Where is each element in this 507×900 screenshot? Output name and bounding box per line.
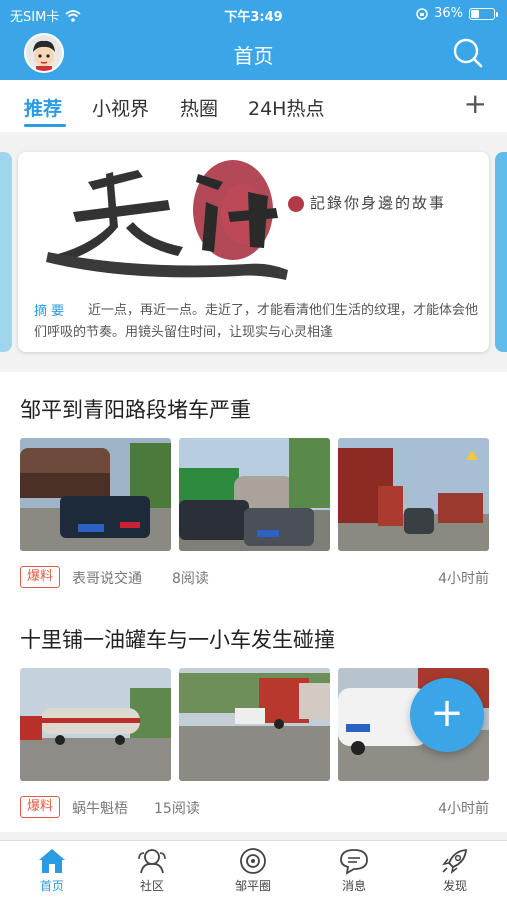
bottom-tab-label: 首页 — [39, 879, 64, 893]
bottom-tab-label: 邹平圈 — [234, 879, 271, 893]
banner-calligraphy-art — [46, 160, 288, 280]
add-tab-button[interactable]: + — [464, 90, 487, 118]
tab-hot-circle[interactable]: 热圈 — [180, 94, 218, 121]
post-fab-button[interactable]: + — [410, 678, 484, 752]
news-title: 邹平到青阳路段堵车严重 — [20, 398, 251, 422]
bottom-tab-label: 发现 — [442, 879, 467, 893]
news-photo-road-jam — [179, 438, 330, 551]
category-badge: 爆料 — [20, 796, 60, 818]
banner-slogan: 記錄你身邊的故事 — [310, 194, 447, 212]
page-title: 首页 — [233, 44, 274, 68]
battery-level — [471, 9, 479, 18]
battery-percent: 36% — [434, 6, 463, 21]
banner-prev-peek[interactable] — [0, 152, 12, 352]
banner-card[interactable]: 記錄你身邊的故事 摘 要 近一点，再近一点。走近了，才能看清他们生活的纹理，才能… — [18, 152, 489, 352]
news-title: 十里铺一油罐车与一小车发生碰撞 — [20, 628, 335, 652]
active-tab-indicator — [24, 124, 66, 127]
news-read-count: 15阅读 — [154, 801, 200, 817]
tab-recommend[interactable]: 推荐 — [24, 94, 62, 121]
news-author[interactable]: 表哥说交通 — [72, 568, 142, 588]
nav-bar: 首页 — [0, 30, 507, 76]
news-read-count: 8阅读 — [172, 571, 209, 587]
bottom-tab-label: 消息 — [341, 879, 366, 893]
banner-carousel[interactable]: 記錄你身邊的故事 摘 要 近一点，再近一点。走近了，才能看清他们生活的纹理，才能… — [0, 140, 507, 365]
news-photo-red-truck — [179, 668, 330, 781]
slogan-bullet-icon — [288, 196, 304, 212]
tab-mini-vision[interactable]: 小视界 — [92, 94, 149, 121]
bottom-tab-label: 社区 — [139, 879, 164, 893]
rocket-icon — [442, 849, 467, 874]
category-badge: 爆料 — [20, 566, 60, 588]
banner-next-peek[interactable] — [495, 152, 507, 352]
news-author[interactable]: 蜗牛魁梧 — [72, 798, 128, 818]
summary-text: 近一点，再近一点。走近了，才能看清他们生活的纹理，才能体会他们呼吸的节奏。用镜头… — [34, 303, 479, 340]
bottom-tab-community[interactable]: 社区 — [112, 847, 192, 894]
home-icon — [39, 849, 65, 873]
search-button[interactable] — [451, 36, 485, 70]
status-bar: 无SIM卡 下午3:49 36% — [0, 0, 507, 28]
circle-icon — [240, 848, 266, 874]
bottom-tab-home[interactable]: 首页 — [12, 847, 92, 894]
news-time: 4小时前 — [438, 801, 489, 817]
news-photo-oil-tanker — [20, 668, 171, 781]
app-header: 无SIM卡 下午3:49 36% 首页 — [0, 0, 507, 80]
news-photo-tanker-traffic — [20, 438, 171, 551]
news-meta: 爆料 表哥说交通 8阅读 4小时前 — [20, 566, 489, 588]
news-time: 4小时前 — [438, 571, 489, 587]
bottom-tab-messages[interactable]: 消息 — [314, 847, 394, 894]
news-photo-trucks-queue — [338, 438, 489, 551]
bottom-tab-zouping-circle[interactable]: 邹平圈 — [213, 847, 293, 894]
search-icon — [453, 38, 483, 68]
rotation-lock-icon — [416, 7, 428, 20]
community-icon — [138, 849, 166, 874]
news-item[interactable]: 邹平到青阳路段堵车严重 爆料 表哥说交通 8阅读 4小时前 — [0, 372, 507, 602]
battery-icon — [469, 7, 498, 20]
news-meta: 爆料 蜗牛魁梧 15阅读 4小时前 — [20, 796, 489, 818]
tab-24h-hot[interactable]: 24H热点 — [248, 94, 324, 121]
bottom-tab-bar: 首页 社区 邹平圈 消息 发现 — [0, 840, 507, 900]
bottom-tab-discover[interactable]: 发现 — [415, 847, 495, 894]
category-tabs: 推荐 小视界 热圈 24H热点 + — [0, 80, 507, 132]
message-icon — [340, 849, 368, 875]
